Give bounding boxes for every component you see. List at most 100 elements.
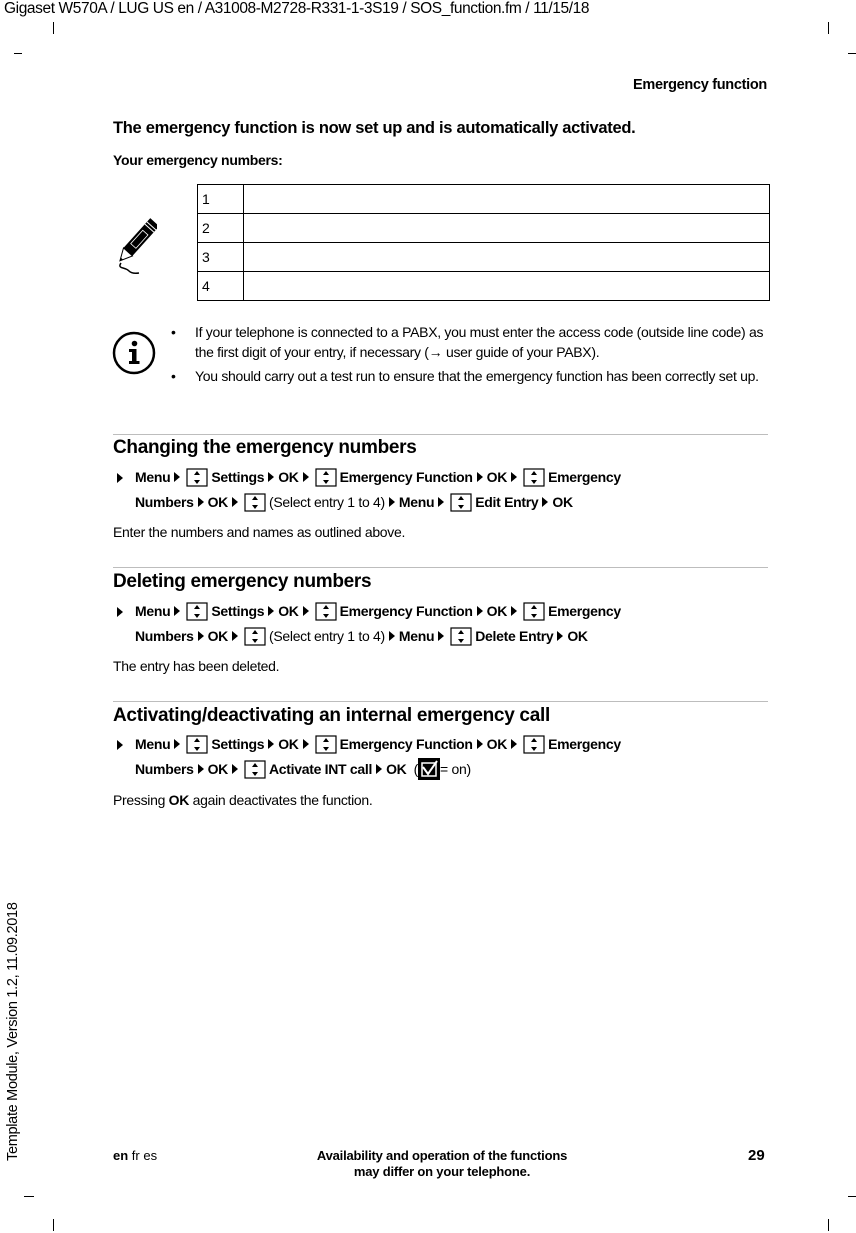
nav-key-icon <box>244 760 266 779</box>
arrow-icon <box>302 606 309 616</box>
step-bullet-icon <box>117 607 123 617</box>
ok-key: OK <box>207 494 229 510</box>
menu-item: Activate INT call <box>269 761 373 777</box>
note-text: Pressing <box>113 792 169 808</box>
nav-key-icon <box>450 493 472 512</box>
nav-key-icon <box>244 493 266 512</box>
entry-index: 2 <box>197 213 244 243</box>
entry-value[interactable] <box>243 271 770 301</box>
crop-mark <box>848 1196 856 1197</box>
entry-value[interactable] <box>243 213 770 243</box>
section-note: Pressing OK again deactivates the functi… <box>113 792 373 808</box>
procedure-steps: Menu Settings OK Emergency Function OK Emerge… <box>113 465 773 515</box>
info-bullet: • You should carry out a test run to ens… <box>171 366 771 386</box>
step-hint: (Select entry 1 to 4) <box>269 494 385 510</box>
menu-key: Menu <box>398 494 435 510</box>
arrow-icon <box>174 606 181 616</box>
section-title: Activating/deactivating an internal emer… <box>113 705 550 726</box>
arrow-icon <box>232 764 238 774</box>
info-bullet: • If your telephone is connected to a PA… <box>171 322 771 362</box>
page-number: 29 <box>748 1147 765 1164</box>
bullet-dot: • <box>171 324 176 340</box>
menu-item: Numbers <box>135 761 194 777</box>
menu-item: Settings <box>211 603 265 619</box>
arrow-icon <box>174 472 181 482</box>
menu-item: Emergency <box>548 469 621 485</box>
nav-key-icon <box>314 735 337 754</box>
procedure-steps: Menu Settings OK Emergency Function OK Emerge… <box>113 732 773 782</box>
bullet-dot: • <box>171 368 176 384</box>
file-info-header: Gigaset W570A / LUG US en / A31008-M2728… <box>4 0 590 17</box>
ok-key: OK <box>486 603 508 619</box>
nav-key-icon <box>523 602 545 621</box>
step-bullet-icon <box>117 740 123 750</box>
crop-mark <box>828 1219 829 1231</box>
language-indicator: en fr es <box>113 1148 157 1163</box>
arrow-icon <box>388 497 395 507</box>
arrow-icon <box>232 497 238 507</box>
section-title: Deleting emergency numbers <box>113 571 372 592</box>
nav-key-icon <box>186 735 208 754</box>
entry-index: 3 <box>197 242 244 272</box>
ok-key: OK <box>386 761 407 777</box>
crop-mark <box>53 1219 54 1231</box>
section-title: Changing the emergency numbers <box>113 437 417 458</box>
ok-key: OK <box>552 494 573 510</box>
disclaimer-line: Availability and operation of the functi… <box>316 1148 568 1163</box>
nav-key-icon <box>450 627 472 646</box>
menu-key: Menu <box>135 736 171 752</box>
nav-key-icon <box>523 468 545 487</box>
arrow-icon <box>542 497 549 507</box>
running-head: Emergency function <box>633 77 767 93</box>
ok-key: OK <box>486 469 508 485</box>
ok-key: OK <box>486 736 508 752</box>
nav-key-icon <box>523 735 545 754</box>
arrow-icon <box>302 739 309 749</box>
arrow-icon <box>174 739 181 749</box>
ok-key: OK <box>278 469 299 485</box>
footer-disclaimer: Availability and operation of the functi… <box>302 1148 582 1180</box>
menu-item: Emergency Function <box>339 469 473 485</box>
arrow-icon <box>388 631 395 641</box>
menu-item: Emergency <box>548 603 621 619</box>
arrow-icon <box>511 739 518 749</box>
intro-title: The emergency function is now set up and… <box>113 119 636 137</box>
ok-key: OK <box>207 628 229 644</box>
arrow-icon <box>511 472 518 482</box>
arrow-icon <box>268 606 275 616</box>
arrow-icon <box>302 472 309 482</box>
table-row: 1 <box>197 184 770 214</box>
arrow-icon <box>438 631 445 641</box>
table-row: 4 <box>197 271 770 301</box>
arrow-icon <box>197 497 204 507</box>
arrow-icon <box>557 631 564 641</box>
arrow-icon <box>476 472 483 482</box>
nav-key-icon <box>186 468 208 487</box>
menu-item: Emergency <box>548 736 621 752</box>
menu-item: Emergency Function <box>339 603 473 619</box>
entry-value[interactable] <box>243 242 770 272</box>
menu-key: Menu <box>398 628 435 644</box>
table-row: 3 <box>197 242 770 272</box>
menu-item: Settings <box>211 469 265 485</box>
nav-key-icon <box>244 627 266 646</box>
section-divider <box>113 701 768 702</box>
section-note: The entry has been deleted. <box>113 658 280 674</box>
emergency-numbers-table: 1 2 3 4 <box>197 184 770 301</box>
section-note: Enter the numbers and names as outlined … <box>113 524 406 540</box>
note-text: again deactivates the function. <box>189 792 373 808</box>
side-template-info: Template Module, Version 1.2, 11.09.2018 <box>5 902 21 1161</box>
arrow-icon <box>511 606 518 616</box>
nav-key-icon <box>186 602 208 621</box>
crop-mark <box>24 1196 34 1197</box>
checkbox-checked-icon <box>418 758 441 780</box>
table-row: 2 <box>197 213 770 243</box>
disclaimer-line: may differ on your telephone. <box>353 1164 531 1179</box>
language-others: fr es <box>128 1148 158 1163</box>
ok-key: OK <box>207 761 229 777</box>
menu-item: Settings <box>211 736 265 752</box>
entry-index: 4 <box>197 271 244 301</box>
nav-key-icon <box>314 602 337 621</box>
entry-value[interactable] <box>243 184 770 214</box>
crop-mark <box>848 53 856 54</box>
